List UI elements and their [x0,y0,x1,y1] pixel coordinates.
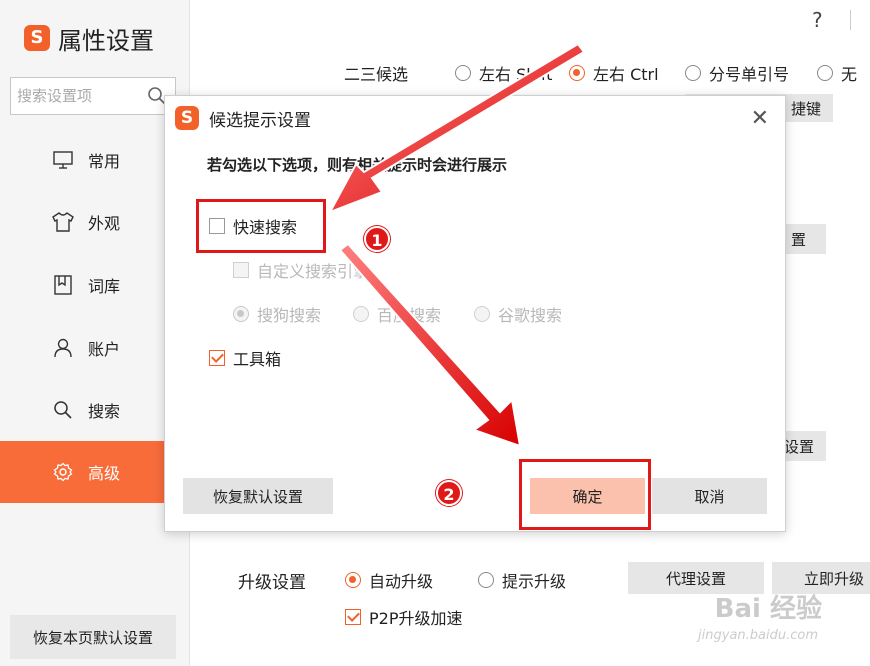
dialog-header: S 候选提示设置 ✕ [165,96,785,140]
sidebar: S 属性设置 常用 外观 词库 账户 搜索 [0,0,190,666]
annotation-badge-2: 2 [436,480,462,506]
candidate-row-label: 二三候选 [344,65,409,84]
annotation-box-quick-search [196,199,326,253]
radio-none[interactable]: 无 [817,61,857,85]
sidebar-item-label: 词库 [88,277,121,296]
sidebar-item-label: 搜索 [88,402,121,421]
sidebar-item-label: 高级 [88,464,121,483]
radio-circle [569,65,585,81]
radio-circle [455,65,471,81]
user-icon [52,337,74,359]
p2p-checkbox[interactable]: P2P升级加速 [345,605,462,629]
toolbox-checkbox[interactable]: 工具箱 [209,346,281,370]
upgrade-settings-label: 升级设置 [238,573,306,593]
settings-search-input[interactable] [17,87,147,105]
checkbox-label: P2P升级加速 [369,609,463,628]
radio-circle [474,306,490,322]
sidebar-item-label: 常用 [88,152,121,171]
close-icon[interactable]: ✕ [751,106,769,131]
sogou-logo-icon: S [24,25,50,51]
settings-search-box[interactable] [10,77,176,115]
radio-auto-upgrade[interactable]: 自动升级 [345,568,433,592]
bookmark-icon [52,274,74,296]
sogou-logo-icon: S [175,106,199,130]
sidebar-item-advanced[interactable]: 高级 [0,441,190,503]
app-title: S 属性设置 [24,22,154,55]
custom-search-engine-checkbox[interactable]: 自定义搜索引擎 [233,258,369,282]
radio-label: 搜狗搜索 [257,306,322,325]
radio-label: 自动升级 [369,572,434,591]
restore-page-defaults-button[interactable]: 恢复本页默认设置 [10,615,176,659]
checkbox-label: 工具箱 [233,350,282,369]
checkbox-box [209,350,225,366]
radio-baidu-search[interactable]: 百度搜索 [353,302,441,326]
radio-circle [233,306,249,322]
radio-label: 无 [841,65,858,84]
radio-label: 谷歌搜索 [498,306,563,325]
radio-label: 左右 Ctrl [593,65,659,84]
checkbox-label: 自定义搜索引擎 [257,262,370,281]
radio-semicolon-quote[interactable]: 分号单引号 [685,61,789,85]
checkbox-box [345,609,361,625]
radio-ctrl[interactable]: 左右 Ctrl [569,61,659,85]
help-icon[interactable]: ? [812,8,823,32]
radio-label: 提示升级 [502,572,567,591]
monitor-icon [52,149,74,171]
divider [850,10,851,30]
sidebar-item-account[interactable]: 账户 [0,317,190,379]
radio-circle [478,572,494,588]
restore-defaults-button[interactable]: 恢复默认设置 [183,478,333,514]
sidebar-item-search[interactable]: 搜索 [0,379,190,441]
radio-shift[interactable]: 左右 Shift [455,61,552,85]
watermark-logo: Bai 经验 [714,594,822,624]
radio-circle [353,306,369,322]
dialog-title: 候选提示设置 [209,110,311,131]
watermark-url: jingyan.baidu.com [698,628,818,643]
radio-prompt-upgrade[interactable]: 提示升级 [478,568,566,592]
checkbox-box [233,262,249,278]
sidebar-item-label: 外观 [88,214,121,233]
annotation-box-ok-button [519,459,651,530]
shirt-icon [52,211,74,233]
sidebar-item-common[interactable]: 常用 [0,129,190,191]
radio-label: 百度搜索 [377,306,442,325]
dialog-description: 若勾选以下选项，则有相关提示时会进行展示 [207,156,508,174]
gear-icon [52,461,74,483]
sidebar-item-dictionary[interactable]: 词库 [0,254,190,316]
app-title-text: 属性设置 [58,26,154,55]
candidate-hint-dialog: S 候选提示设置 ✕ 若勾选以下选项，则有相关提示时会进行展示 快速搜索 自定义… [164,95,786,532]
radio-label: 左右 Shift [479,65,553,84]
search-icon [52,399,74,421]
radio-circle [817,65,833,81]
radio-circle [345,572,361,588]
radio-circle [685,65,701,81]
sidebar-item-label: 账户 [88,340,121,359]
radio-sogou-search[interactable]: 搜狗搜索 [233,302,321,326]
annotation-badge-1: 1 [364,226,390,252]
radio-google-search[interactable]: 谷歌搜索 [474,302,562,326]
sidebar-item-appearance[interactable]: 外观 [0,191,190,253]
radio-label: 分号单引号 [709,65,790,84]
cancel-button[interactable]: 取消 [652,478,767,514]
